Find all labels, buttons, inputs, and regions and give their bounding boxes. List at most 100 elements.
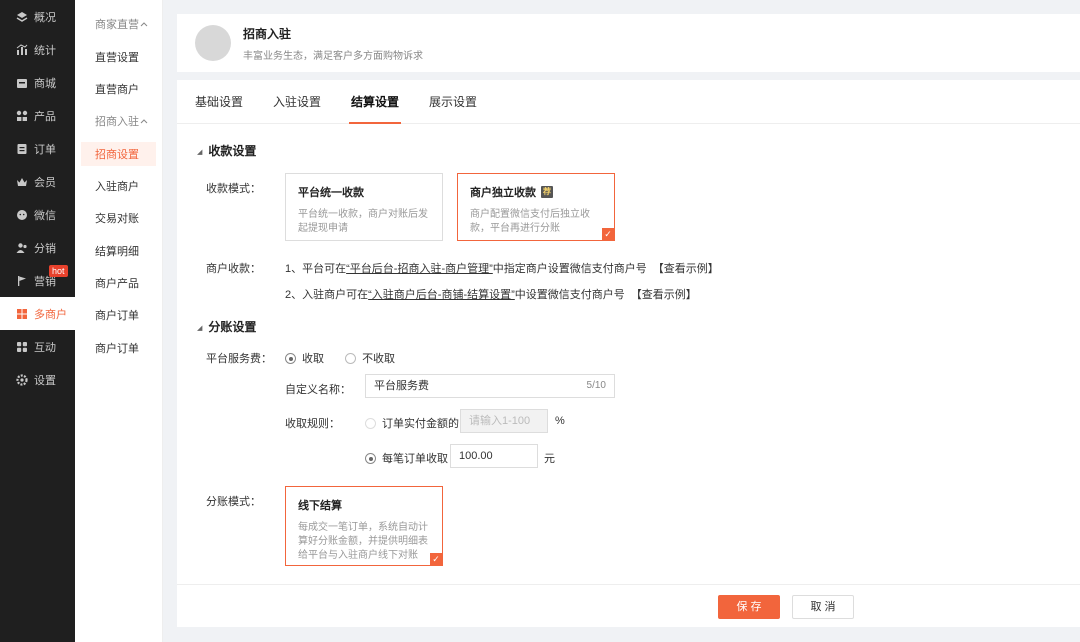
- page-subtitle: 丰富业务生态，满足客户多方面购物诉求: [243, 50, 423, 62]
- section-collect: ◢ 收款设置: [197, 142, 256, 159]
- avatar: [195, 25, 231, 61]
- split-mode-label: 分账模式：: [206, 496, 261, 508]
- option-title-text: 商户独立收款: [470, 187, 536, 199]
- apps-icon: [16, 341, 28, 353]
- rule-percent-radio[interactable]: 订单实付金额的: [365, 415, 459, 431]
- submenu-group-label: 招商入驻: [95, 116, 139, 129]
- order-icon: [16, 143, 28, 155]
- nav-label: 互动: [34, 341, 56, 354]
- line-text: 中指定商户设置微信支付商户号: [492, 263, 647, 275]
- nav-label: 订单: [34, 143, 56, 156]
- hot-badge: hot: [49, 265, 68, 277]
- tab-entry[interactable]: 入驻设置: [273, 80, 321, 124]
- nav-item-distribution[interactable]: 分销: [0, 231, 75, 264]
- option-desc: 商户配置微信支付后独立收款，平台再进行分账: [470, 209, 590, 234]
- submenu-group-direct[interactable]: 商家直营: [81, 8, 156, 40]
- radio-label: 不收取: [362, 353, 396, 365]
- fee-radio-group: 收取 不收取: [285, 350, 395, 366]
- submenu-reconciliation[interactable]: 交易对账: [81, 202, 156, 234]
- nav-item-settings[interactable]: 设置: [0, 363, 75, 396]
- nav-label: 设置: [34, 374, 56, 387]
- save-button[interactable]: 保 存: [718, 595, 780, 619]
- layers-icon: [16, 11, 28, 23]
- radio-label: 订单实付金额的: [382, 418, 459, 430]
- submenu-invite-settings[interactable]: 招商设置: [81, 141, 156, 166]
- nav-label: 分销: [34, 242, 56, 255]
- merchant-path-link[interactable]: “入驻商户后台-商铺-结算设置”: [368, 289, 515, 301]
- chart-icon: [16, 43, 28, 56]
- merchant-collect-line-2: 2、入驻商户可在“入驻商户后台-商铺-结算设置”中设置微信支付商户号 【查看示例】: [285, 286, 697, 302]
- fixed-amount-input[interactable]: 100.00: [450, 444, 538, 468]
- chevron-up-icon: [140, 18, 148, 30]
- fee-on-radio[interactable]: 收取: [285, 353, 324, 365]
- fee-off-radio[interactable]: 不收取: [345, 353, 395, 365]
- nav-label: 微信: [34, 209, 56, 222]
- nav-label: 会员: [34, 176, 56, 189]
- store-icon: [16, 308, 28, 320]
- submenu-direct-settings[interactable]: 直营设置: [81, 40, 156, 72]
- radio-icon: [285, 353, 296, 364]
- tab-settlement[interactable]: 结算设置: [349, 80, 402, 124]
- page-header: 招商入驻 丰富业务生态，满足客户多方面购物诉求: [177, 14, 1080, 72]
- users-icon: [16, 242, 28, 254]
- platform-path-link[interactable]: “平台后台-招商入驻-商户管理”: [346, 263, 493, 275]
- wechat-icon: [16, 209, 28, 221]
- collect-mode-label: 收款模式：: [206, 183, 261, 195]
- nav-item-mall[interactable]: 商城: [0, 66, 75, 99]
- nav-item-orders[interactable]: 订单: [0, 132, 75, 165]
- collect-option-merchant[interactable]: 商户独立收款荐 商户配置微信支付后独立收款，平台再进行分账 ✓: [457, 173, 615, 241]
- submenu-joined-merchants[interactable]: 入驻商户: [81, 170, 156, 202]
- settings-panel: 基础设置 入驻设置 结算设置 展示设置 ◢ 收款设置 收款模式： 平台统一收款 平…: [177, 80, 1080, 627]
- nav-item-interaction[interactable]: 互动: [0, 330, 75, 363]
- check-icon: ✓: [602, 228, 614, 240]
- shop-icon: [16, 77, 28, 89]
- fee-label: 平台服务费：: [206, 353, 272, 365]
- radio-icon: [345, 353, 357, 364]
- input-value: 平台服务费: [374, 380, 429, 392]
- view-example-link[interactable]: 【查看示例】: [631, 289, 697, 301]
- nav-label: 概况: [34, 11, 56, 24]
- form-footer: 保 存 取 消: [177, 584, 1080, 627]
- nav-label: 产品: [34, 110, 56, 123]
- line-text: 2、入驻商户可在: [285, 289, 369, 301]
- tab-display[interactable]: 展示设置: [429, 80, 477, 124]
- cancel-button[interactable]: 取 消: [792, 595, 854, 619]
- gear-icon: [16, 373, 28, 386]
- submenu-merchant-products[interactable]: 商户产品: [81, 267, 156, 299]
- collect-option-platform[interactable]: 平台统一收款 平台统一收款，商户对账后发起提现申请: [285, 173, 443, 241]
- crown-icon: [16, 176, 28, 188]
- merchant-collect-label: 商户收款：: [206, 263, 261, 275]
- custom-name-input[interactable]: 平台服务费 5/10: [365, 374, 615, 398]
- option-desc: 平台统一收款，商户对账后发起提现申请: [298, 209, 428, 234]
- check-icon: ✓: [430, 553, 442, 565]
- split-mode-offline[interactable]: 线下结算 每成交一笔订单，系统自动计算好分账金额，并提供明细表给平台与入驻商户线…: [285, 486, 443, 566]
- percent-input[interactable]: 请输入1-100: [460, 409, 548, 433]
- submenu-group-invite[interactable]: 招商入驻: [81, 105, 156, 137]
- nav-label: 多商户: [34, 308, 67, 321]
- nav-item-products[interactable]: 产品: [0, 99, 75, 132]
- nav-item-stats[interactable]: 统计: [0, 33, 75, 66]
- nav-item-multi-merchant[interactable]: 多商户: [0, 297, 75, 330]
- nav-item-wechat[interactable]: 微信: [0, 198, 75, 231]
- radio-icon: [365, 418, 376, 429]
- option-title: 平台统一收款: [298, 187, 364, 199]
- chevron-up-icon: [140, 115, 148, 127]
- submenu-direct-merchants[interactable]: 直营商户: [81, 73, 156, 105]
- flag-icon: [16, 275, 28, 287]
- rule-fixed-radio[interactable]: 每笔订单收取: [365, 450, 448, 466]
- percent-unit: %: [555, 415, 565, 427]
- option-title: 商户独立收款荐: [470, 184, 602, 200]
- submenu-merchant-orders-2[interactable]: 商户订单: [81, 332, 156, 364]
- nav-item-members[interactable]: 会员: [0, 165, 75, 198]
- radio-icon: [365, 453, 376, 464]
- page-title: 招商入驻: [243, 26, 292, 41]
- line-text: 1、平台可在: [285, 263, 347, 275]
- option-desc: 每成交一笔订单，系统自动计算好分账金额，并提供明细表给平台与入驻商户线下对账: [298, 522, 428, 561]
- tab-basic[interactable]: 基础设置: [195, 80, 243, 124]
- submenu-settlement-detail[interactable]: 结算明细: [81, 234, 156, 266]
- nav-item-overview[interactable]: 概况: [0, 0, 75, 33]
- fixed-unit: 元: [544, 453, 555, 465]
- view-example-link[interactable]: 【查看示例】: [653, 263, 719, 275]
- submenu-merchant-orders[interactable]: 商户订单: [81, 299, 156, 331]
- nav-item-marketing[interactable]: 营销 hot: [0, 264, 75, 297]
